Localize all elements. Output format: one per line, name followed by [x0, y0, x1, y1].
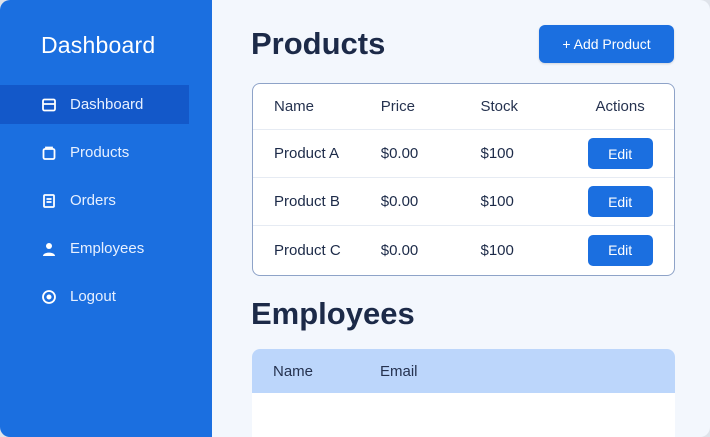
column-header-actions: Actions: [595, 98, 645, 115]
sidebar-item-orders[interactable]: Orders: [0, 181, 212, 220]
product-price: $0.00: [380, 241, 419, 259]
main-content: Products + Add Product Name Price Stock …: [212, 0, 710, 437]
add-product-button[interactable]: + Add Product: [539, 25, 674, 63]
sidebar-item-employees[interactable]: Employees: [0, 229, 212, 268]
edit-button[interactable]: Edit: [587, 234, 653, 266]
document-icon: [41, 193, 57, 209]
product-price: $0.00: [380, 145, 419, 162]
sidebar-item-label: Employees: [70, 240, 145, 257]
product-stock: $100: [480, 241, 514, 259]
actions-cell: Edit: [566, 138, 674, 169]
column-header-name: Name: [274, 98, 315, 115]
sidebar-item-label: Orders: [70, 192, 116, 209]
product-stock: $100: [480, 145, 514, 162]
sidebar-brand: Dashboard: [41, 32, 156, 58]
logout-icon: [41, 289, 57, 305]
products-table: Name Price Stock Actions Product A $0.00…: [252, 83, 675, 276]
table-row: Product C $0.00 $100 Edit: [253, 226, 674, 274]
edit-button[interactable]: Edit: [587, 186, 653, 217]
product-name: Product C: [274, 241, 341, 259]
product-name: Product A: [274, 145, 340, 162]
product-stock: $100: [480, 193, 514, 210]
sidebar-item-dashboard[interactable]: Dashboard: [0, 85, 189, 124]
actions-cell: Edit: [566, 186, 674, 217]
sidebar-item-products[interactable]: Products: [0, 133, 212, 172]
product-price: $0.00: [380, 193, 419, 210]
column-header-name: Name: [273, 362, 314, 380]
box-icon: [41, 145, 57, 161]
dashboard-icon: [41, 97, 57, 113]
sidebar-nav: Dashboard Products Orders Employees Logo…: [0, 85, 212, 325]
table-header-row: Name Price Stock Actions: [253, 84, 674, 130]
column-header-price: Price: [380, 98, 415, 115]
employees-title: Employees: [251, 296, 415, 331]
table-header-row: Name Email: [252, 349, 675, 393]
column-header-stock: Stock: [480, 98, 518, 115]
edit-button[interactable]: Edit: [587, 138, 653, 169]
column-header-email: Email: [380, 362, 418, 380]
table-row: Product A $0.00 $100 Edit: [253, 130, 674, 178]
sidebar: Dashboard Dashboard Products Orders Empl…: [0, 0, 212, 437]
sidebar-item-label: Logout: [70, 288, 116, 305]
products-title: Products: [251, 26, 386, 61]
sidebar-item-label: Dashboard: [70, 96, 144, 113]
user-icon: [41, 241, 57, 257]
sidebar-item-logout[interactable]: Logout: [0, 277, 212, 316]
sidebar-item-label: Products: [70, 144, 130, 161]
product-name: Product B: [274, 193, 340, 210]
employees-table: Name Email: [252, 349, 675, 437]
table-row: Product B $0.00 $100 Edit: [253, 178, 674, 226]
actions-cell: Edit: [566, 234, 674, 266]
app-window: Dashboard Dashboard Products Orders Empl…: [0, 0, 710, 437]
